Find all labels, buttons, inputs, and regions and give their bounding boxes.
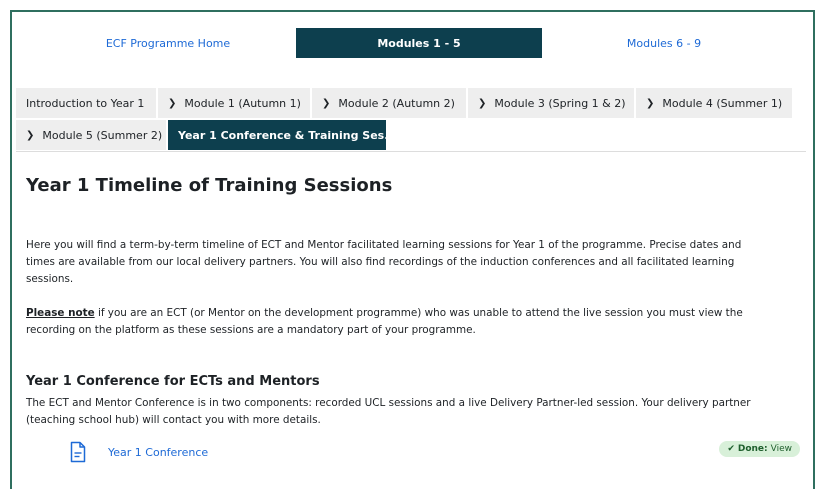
tab-module-1[interactable]: ❯ Module 1 (Autumn 1) xyxy=(158,88,310,118)
tab-introduction-year-1[interactable]: Introduction to Year 1 xyxy=(16,88,156,118)
nav-modules-1-5[interactable]: Modules 1 - 5 xyxy=(296,28,542,58)
chevron-down-icon: ❯ xyxy=(646,97,655,109)
note-text: if you are an ECT (or Mentor on the deve… xyxy=(26,307,743,336)
tab-module-5[interactable]: ❯ Module 5 (Summer 2) xyxy=(16,120,166,150)
chevron-down-icon: ❯ xyxy=(478,97,487,109)
tab-row-2: ❯ Module 5 (Summer 2) Year 1 Conference … xyxy=(16,120,806,150)
completion-badge[interactable]: ✔ Done: View xyxy=(719,441,800,457)
chevron-down-icon: ❯ xyxy=(322,97,331,109)
activity-year-1-conference: Year 1 Conference ✔ Done: View xyxy=(56,441,804,467)
done-label: Done: xyxy=(737,444,768,454)
chevron-down-icon: ❯ xyxy=(26,129,35,141)
note-paragraph: Please note if you are an ECT (or Mentor… xyxy=(26,305,764,339)
course-top-nav: ECF Programme Home Modules 1 - 5 Modules… xyxy=(40,28,786,58)
tab-module-4[interactable]: ❯ Module 4 (Summer 1) xyxy=(636,88,792,118)
section-paragraph: The ECT and Mentor Conference is in two … xyxy=(26,397,751,426)
tab-row-1: Introduction to Year 1 ❯ Module 1 (Autum… xyxy=(16,88,806,118)
view-label: View xyxy=(770,444,792,454)
tab-label: Module 5 (Summer 2) xyxy=(42,128,163,142)
section-heading: Year 1 Conference for ECTs and Mentors xyxy=(26,374,320,389)
tab-module-3[interactable]: ❯ Module 3 (Spring 1 & 2) xyxy=(468,88,634,118)
chevron-down-icon: ❯ xyxy=(168,97,177,109)
tab-label: Module 4 (Summer 1) xyxy=(662,96,783,110)
tab-divider xyxy=(16,151,806,152)
page-title: Year 1 Timeline of Training Sessions xyxy=(26,175,393,196)
section-content: Year 1 Timeline of Training Sessions Her… xyxy=(26,175,766,426)
tab-year-1-conference[interactable]: Year 1 Conference & Training Ses... xyxy=(168,120,397,150)
tab-module-2[interactable]: ❯ Module 2 (Autumn 2) xyxy=(312,88,466,118)
intro-paragraph: Here you will find a term-by-term timeli… xyxy=(26,239,742,285)
check-icon: ✔ xyxy=(727,444,735,454)
tab-label: Module 3 (Spring 1 & 2) xyxy=(494,96,626,110)
nav-ecf-programme-home[interactable]: ECF Programme Home xyxy=(40,28,296,58)
file-icon xyxy=(70,441,86,463)
tab-label: Module 1 (Autumn 1) xyxy=(184,96,301,110)
nav-modules-6-9[interactable]: Modules 6 - 9 xyxy=(542,28,786,58)
activity-link[interactable]: Year 1 Conference xyxy=(108,446,208,459)
tab-label: Module 2 (Autumn 2) xyxy=(338,96,455,110)
tab-label: Year 1 Conference & Training Ses... xyxy=(178,128,397,142)
note-label: Please note xyxy=(26,307,95,319)
module-tabs: Introduction to Year 1 ❯ Module 1 (Autum… xyxy=(16,88,806,152)
tab-label: Introduction to Year 1 xyxy=(26,96,145,110)
